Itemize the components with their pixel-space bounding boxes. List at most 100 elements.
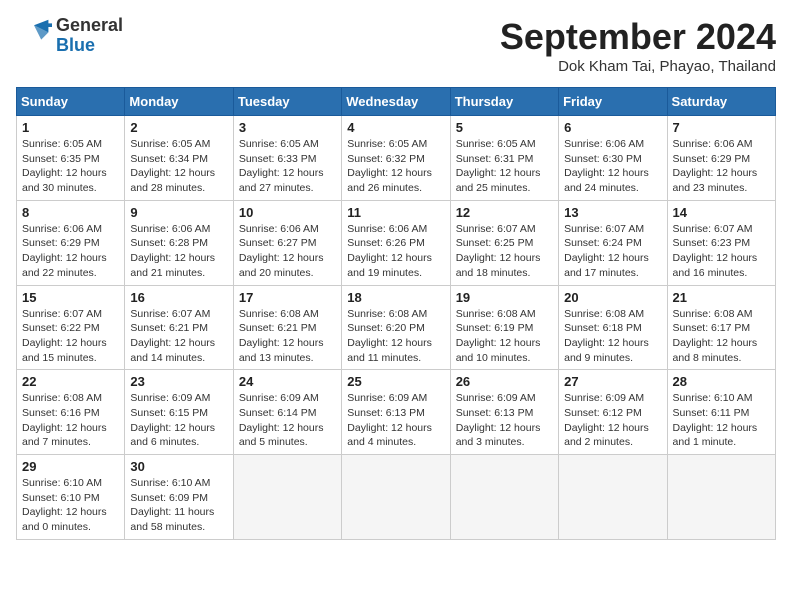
day-number: 25	[347, 374, 444, 389]
day-cell-18: 18Sunrise: 6:08 AMSunset: 6:20 PMDayligh…	[342, 285, 450, 370]
day-info: Sunrise: 6:06 AMSunset: 6:28 PMDaylight:…	[130, 222, 227, 281]
day-number: 10	[239, 205, 336, 220]
day-number: 30	[130, 459, 227, 474]
day-info: Sunrise: 6:05 AMSunset: 6:33 PMDaylight:…	[239, 137, 336, 196]
day-info: Sunrise: 6:06 AMSunset: 6:27 PMDaylight:…	[239, 222, 336, 281]
day-cell-4: 4 Sunrise: 6:05 AMSunset: 6:32 PMDaylight…	[342, 116, 450, 201]
day-number: 9	[130, 205, 227, 220]
day-cell-5: 5 Sunrise: 6:05 AMSunset: 6:31 PMDaylight…	[450, 116, 558, 201]
title-block: September 2024 Dok Kham Tai, Phayao, Tha…	[500, 16, 776, 75]
day-number: 23	[130, 374, 227, 389]
day-info: Sunrise: 6:06 AMSunset: 6:30 PMDaylight:…	[564, 137, 661, 196]
day-number: 24	[239, 374, 336, 389]
empty-cell	[559, 455, 667, 540]
day-cell-6: 6 Sunrise: 6:06 AMSunset: 6:30 PMDaylight…	[559, 116, 667, 201]
day-cell-21: 21 Sunrise: 6:08 AMSunset: 6:17 PMDayligh…	[667, 285, 775, 370]
day-number: 5	[456, 120, 553, 135]
day-cell-16: 16 Sunrise: 6:07 AMSunset: 6:21 PMDayligh…	[125, 285, 233, 370]
day-number: 28	[673, 374, 770, 389]
day-number: 17	[239, 290, 336, 305]
day-cell-2: 2 Sunrise: 6:05 AMSunset: 6:34 PMDaylight…	[125, 116, 233, 201]
day-cell-19: 19Sunrise: 6:08 AMSunset: 6:19 PMDayligh…	[450, 285, 558, 370]
day-number: 20	[564, 290, 661, 305]
day-info: Sunrise: 6:05 AMSunset: 6:35 PMDaylight:…	[22, 137, 119, 196]
day-number: 1	[22, 120, 119, 135]
day-info: Sunrise: 6:07 AMSunset: 6:25 PMDaylight:…	[456, 222, 553, 281]
calendar-header-row: SundayMondayTuesdayWednesdayThursdayFrid…	[17, 88, 776, 116]
empty-cell	[233, 455, 341, 540]
day-info: Sunrise: 6:08 AMSunset: 6:21 PMDaylight:…	[239, 307, 336, 366]
day-info: Sunrise: 6:05 AMSunset: 6:34 PMDaylight:…	[130, 137, 227, 196]
empty-cell	[667, 455, 775, 540]
day-info: Sunrise: 6:09 AMSunset: 6:13 PMDaylight:…	[347, 391, 444, 450]
day-cell-15: 15 Sunrise: 6:07 AMSunset: 6:22 PMDayligh…	[17, 285, 125, 370]
day-info: Sunrise: 6:07 AMSunset: 6:21 PMDaylight:…	[130, 307, 227, 366]
day-number: 14	[673, 205, 770, 220]
day-info: Sunrise: 6:05 AMSunset: 6:32 PMDaylight:…	[347, 137, 444, 196]
month-title: September 2024	[500, 16, 776, 58]
day-number: 7	[673, 120, 770, 135]
day-number: 16	[130, 290, 227, 305]
day-cell-9: 9 Sunrise: 6:06 AMSunset: 6:28 PMDaylight…	[125, 200, 233, 285]
calendar-week-5: 29Sunrise: 6:10 AMSunset: 6:10 PMDayligh…	[17, 455, 776, 540]
day-info: Sunrise: 6:08 AMSunset: 6:18 PMDaylight:…	[564, 307, 661, 366]
day-info: Sunrise: 6:08 AMSunset: 6:20 PMDaylight:…	[347, 307, 444, 366]
logo-blue: Blue	[56, 35, 95, 55]
col-header-wednesday: Wednesday	[342, 88, 450, 116]
day-number: 4	[347, 120, 444, 135]
day-number: 19	[456, 290, 553, 305]
empty-cell	[342, 455, 450, 540]
day-info: Sunrise: 6:06 AMSunset: 6:29 PMDaylight:…	[673, 137, 770, 196]
day-info: Sunrise: 6:10 AMSunset: 6:11 PMDaylight:…	[673, 391, 770, 450]
calendar-week-3: 15 Sunrise: 6:07 AMSunset: 6:22 PMDayligh…	[17, 285, 776, 370]
day-cell-27: 27 Sunrise: 6:09 AMSunset: 6:12 PMDayligh…	[559, 370, 667, 455]
calendar-table: SundayMondayTuesdayWednesdayThursdayFrid…	[16, 87, 776, 540]
day-number: 8	[22, 205, 119, 220]
day-cell-25: 25 Sunrise: 6:09 AMSunset: 6:13 PMDayligh…	[342, 370, 450, 455]
day-cell-3: 3Sunrise: 6:05 AMSunset: 6:33 PMDaylight…	[233, 116, 341, 201]
day-cell-29: 29Sunrise: 6:10 AMSunset: 6:10 PMDayligh…	[17, 455, 125, 540]
day-info: Sunrise: 6:07 AMSunset: 6:24 PMDaylight:…	[564, 222, 661, 281]
day-number: 11	[347, 205, 444, 220]
day-info: Sunrise: 6:08 AMSunset: 6:17 PMDaylight:…	[673, 307, 770, 366]
day-number: 12	[456, 205, 553, 220]
day-number: 2	[130, 120, 227, 135]
day-cell-30: 30 Sunrise: 6:10 AMSunset: 6:09 PMDayligh…	[125, 455, 233, 540]
day-cell-28: 28 Sunrise: 6:10 AMSunset: 6:11 PMDayligh…	[667, 370, 775, 455]
col-header-friday: Friday	[559, 88, 667, 116]
day-info: Sunrise: 6:09 AMSunset: 6:14 PMDaylight:…	[239, 391, 336, 450]
day-number: 22	[22, 374, 119, 389]
col-header-saturday: Saturday	[667, 88, 775, 116]
day-cell-11: 11Sunrise: 6:06 AMSunset: 6:26 PMDayligh…	[342, 200, 450, 285]
day-number: 26	[456, 374, 553, 389]
day-info: Sunrise: 6:08 AMSunset: 6:16 PMDaylight:…	[22, 391, 119, 450]
day-number: 13	[564, 205, 661, 220]
logo-icon	[16, 18, 52, 54]
day-number: 15	[22, 290, 119, 305]
logo: General Blue	[16, 16, 123, 56]
day-info: Sunrise: 6:06 AMSunset: 6:29 PMDaylight:…	[22, 222, 119, 281]
day-info: Sunrise: 6:05 AMSunset: 6:31 PMDaylight:…	[456, 137, 553, 196]
page-header: General Blue September 2024 Dok Kham Tai…	[16, 16, 776, 75]
logo-general: General	[56, 15, 123, 35]
day-cell-22: 22 Sunrise: 6:08 AMSunset: 6:16 PMDayligh…	[17, 370, 125, 455]
day-info: Sunrise: 6:09 AMSunset: 6:12 PMDaylight:…	[564, 391, 661, 450]
day-cell-7: 7 Sunrise: 6:06 AMSunset: 6:29 PMDaylight…	[667, 116, 775, 201]
day-number: 21	[673, 290, 770, 305]
day-info: Sunrise: 6:10 AMSunset: 6:09 PMDaylight:…	[130, 476, 227, 535]
empty-cell	[450, 455, 558, 540]
location: Dok Kham Tai, Phayao, Thailand	[500, 58, 776, 75]
day-cell-8: 8 Sunrise: 6:06 AMSunset: 6:29 PMDaylight…	[17, 200, 125, 285]
day-cell-13: 13 Sunrise: 6:07 AMSunset: 6:24 PMDayligh…	[559, 200, 667, 285]
day-cell-14: 14Sunrise: 6:07 AMSunset: 6:23 PMDayligh…	[667, 200, 775, 285]
day-cell-23: 23Sunrise: 6:09 AMSunset: 6:15 PMDayligh…	[125, 370, 233, 455]
day-number: 6	[564, 120, 661, 135]
col-header-monday: Monday	[125, 88, 233, 116]
day-cell-20: 20 Sunrise: 6:08 AMSunset: 6:18 PMDayligh…	[559, 285, 667, 370]
day-number: 27	[564, 374, 661, 389]
day-number: 29	[22, 459, 119, 474]
col-header-sunday: Sunday	[17, 88, 125, 116]
calendar-week-1: 1 Sunrise: 6:05 AMSunset: 6:35 PMDaylight…	[17, 116, 776, 201]
day-cell-12: 12 Sunrise: 6:07 AMSunset: 6:25 PMDayligh…	[450, 200, 558, 285]
day-info: Sunrise: 6:07 AMSunset: 6:22 PMDaylight:…	[22, 307, 119, 366]
